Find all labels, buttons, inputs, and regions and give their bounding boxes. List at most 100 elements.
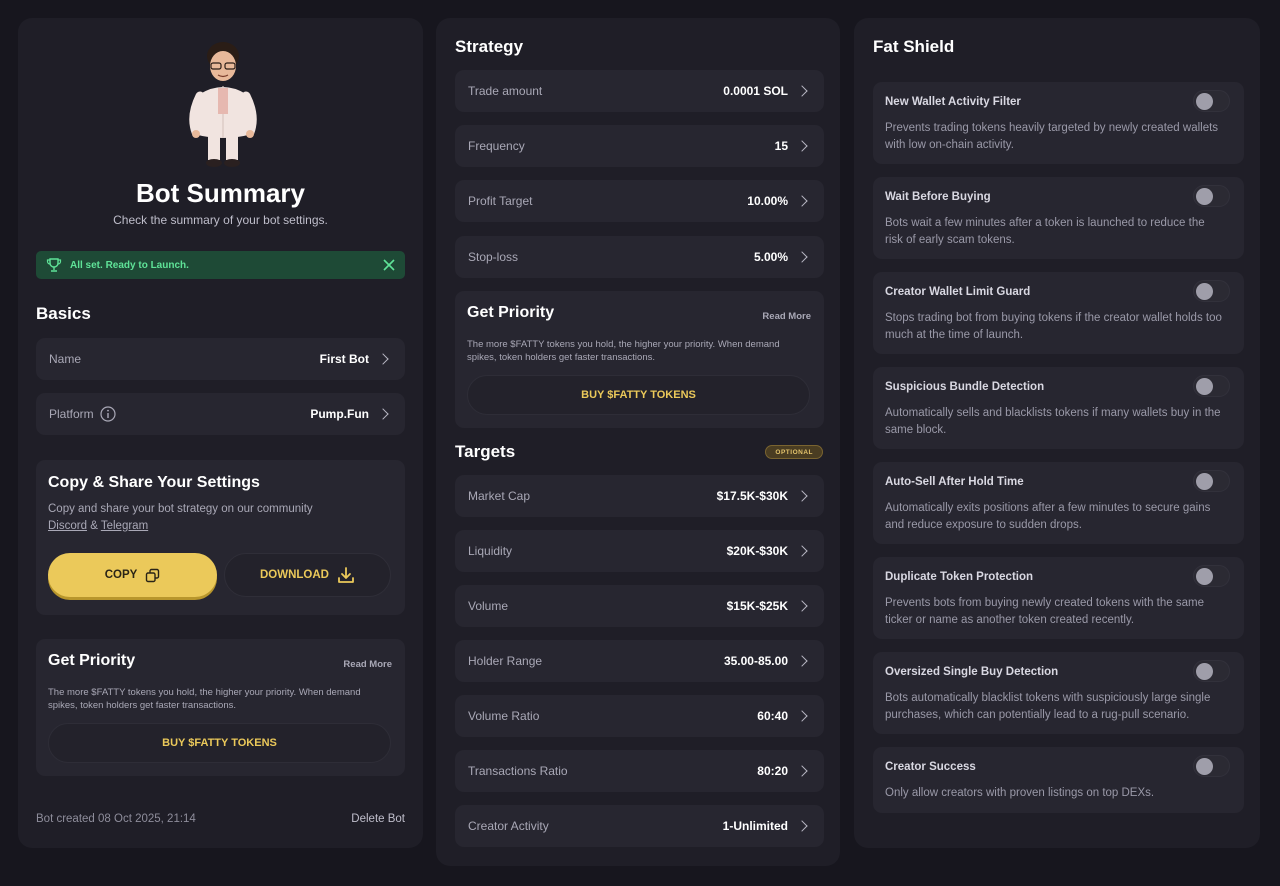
shield-item-description: Automatically sells and blacklists token… <box>885 407 1221 436</box>
name-row[interactable]: Name First Bot <box>36 338 405 380</box>
target-label: Market Cap <box>468 489 531 503</box>
page-subtitle: Check the summary of your bot settings. <box>113 213 328 227</box>
shield-item-title: Suspicious Bundle Detection <box>885 381 1045 393</box>
shield-toggle[interactable] <box>1193 660 1230 682</box>
target-value: 80:20 <box>757 764 788 778</box>
chevron-right-icon <box>796 545 808 557</box>
download-button[interactable]: DOWNLOAD <box>224 553 391 597</box>
chevron-right-icon <box>796 765 808 777</box>
strategy-heading: Strategy <box>455 37 524 56</box>
priority-description: The more $FATTY tokens you hold, the hig… <box>48 687 361 711</box>
copy-share-title: Copy & Share Your Settings <box>48 474 260 491</box>
basics-heading: Basics <box>36 304 91 323</box>
strategy-label: Profit Target <box>468 194 533 208</box>
shield-item-suspicious-bundle-detection: Suspicious Bundle Detection Automaticall… <box>873 367 1244 449</box>
platform-label: Platform <box>49 407 94 421</box>
target-row-creator-activity[interactable]: Creator Activity 1-Unlimited <box>455 805 824 847</box>
read-more-link[interactable]: Read More <box>343 659 392 670</box>
chevron-right-icon <box>377 408 389 420</box>
get-priority-card: Get Priority Read More The more $FATTY t… <box>36 639 405 776</box>
target-row-volume-ratio[interactable]: Volume Ratio 60:40 <box>455 695 824 737</box>
shield-item-wait-before-buying: Wait Before Buying Bots wait a few minut… <box>873 177 1244 259</box>
strategy-label: Stop-loss <box>468 250 519 264</box>
target-value: $20K-$30K <box>726 544 788 558</box>
chevron-right-icon <box>796 140 808 152</box>
copy-share-desc-text: Copy and share your bot strategy on our … <box>48 503 313 515</box>
shield-item-description: Prevents trading tokens heavily targeted… <box>885 122 1219 151</box>
chevron-right-icon <box>796 655 808 667</box>
get-priority-card: Get Priority Read More The more $FATTY t… <box>455 291 824 428</box>
chevron-right-icon <box>796 195 808 207</box>
target-value: 35.00-85.00 <box>723 654 788 668</box>
status-banner: All set. Ready to Launch. <box>36 251 405 279</box>
target-label: Volume <box>468 599 509 613</box>
strategy-row-trade-amount[interactable]: Trade amount 0.0001 SOL <box>455 70 824 112</box>
shield-toggle[interactable] <box>1193 280 1230 302</box>
shield-item-description: Stops trading bot from buying tokens if … <box>885 312 1222 341</box>
shield-item-new-wallet-activity-filter: New Wallet Activity Filter Prevents trad… <box>873 82 1244 164</box>
strategy-row-frequency[interactable]: Frequency 15 <box>455 125 824 167</box>
target-label: Holder Range <box>468 654 543 668</box>
target-label: Transactions Ratio <box>468 764 568 778</box>
shield-item-oversized-single-buy-detection: Oversized Single Buy Detection Bots auto… <box>873 652 1244 734</box>
status-text: All set. Ready to Launch. <box>70 259 189 271</box>
target-label: Liquidity <box>468 544 513 558</box>
download-icon <box>338 567 354 583</box>
target-row-volume[interactable]: Volume $15K-$25K <box>455 585 824 627</box>
fat-shield-heading: Fat Shield <box>873 37 955 56</box>
discord-link[interactable]: Discord <box>48 520 87 532</box>
priority-title: Get Priority <box>467 304 555 321</box>
shield-item-title: Creator Wallet Limit Guard <box>885 286 1031 298</box>
shield-toggle[interactable] <box>1193 90 1230 112</box>
amp-text: & <box>90 520 98 532</box>
shield-item-auto-sell-after-hold-time: Auto-Sell After Hold Time Automatically … <box>873 462 1244 544</box>
shield-toggle[interactable] <box>1193 565 1230 587</box>
copy-share-card: Copy & Share Your Settings Copy and shar… <box>36 460 405 615</box>
optional-badge: OPTIONAL <box>765 445 823 459</box>
target-value: $15K-$25K <box>726 599 788 613</box>
priority-title: Get Priority <box>48 652 136 669</box>
shield-toggle[interactable] <box>1193 375 1230 397</box>
shield-item-description: Bots automatically blacklist tokens with… <box>885 692 1211 721</box>
target-row-liquidity[interactable]: Liquidity $20K-$30K <box>455 530 824 572</box>
shield-toggle[interactable] <box>1193 470 1230 492</box>
close-icon[interactable] <box>383 259 395 271</box>
download-button-label: DOWNLOAD <box>260 569 329 581</box>
delete-bot-link[interactable]: Delete Bot <box>351 813 405 825</box>
bot-created-date: Bot created 08 Oct 2025, 21:14 <box>36 813 196 825</box>
target-row-transactions-ratio[interactable]: Transactions Ratio 80:20 <box>455 750 824 792</box>
buy-fatty-tokens-button[interactable]: BUY $FATTY TOKENS <box>467 375 810 415</box>
shield-toggle[interactable] <box>1193 185 1230 207</box>
chevron-right-icon <box>796 490 808 502</box>
target-row-holder-range[interactable]: Holder Range 35.00-85.00 <box>455 640 824 682</box>
shield-item-description: Prevents bots from buying newly created … <box>885 597 1204 626</box>
shield-toggle[interactable] <box>1193 755 1230 777</box>
info-icon[interactable] <box>100 406 116 422</box>
target-row-market-cap[interactable]: Market Cap $17.5K-$30K <box>455 475 824 517</box>
shield-item-description: Only allow creators with proven listings… <box>885 787 1155 799</box>
priority-description: The more $FATTY tokens you hold, the hig… <box>467 339 780 363</box>
buy-fatty-tokens-button[interactable]: BUY $FATTY TOKENS <box>48 723 391 763</box>
strategy-value: 5.00% <box>753 250 788 264</box>
copy-button[interactable]: COPY <box>48 553 217 597</box>
chevron-right-icon <box>377 353 389 365</box>
shield-item-title: New Wallet Activity Filter <box>885 96 1021 108</box>
strategy-row-profit-target[interactable]: Profit Target 10.00% <box>455 180 824 222</box>
page-title: Bot Summary <box>135 178 306 208</box>
shield-item-title: Duplicate Token Protection <box>885 571 1034 583</box>
strategy-panel: Strategy Trade amount 0.0001 SOL Frequen… <box>436 18 840 866</box>
shield-item-title: Oversized Single Buy Detection <box>885 666 1059 678</box>
chevron-right-icon <box>796 251 808 263</box>
shield-item-creator-success: Creator Success Only allow creators with… <box>873 747 1244 813</box>
chevron-right-icon <box>796 710 808 722</box>
platform-value: Pump.Fun <box>310 407 369 421</box>
read-more-link[interactable]: Read More <box>762 311 811 322</box>
platform-row[interactable]: Platform Pump.Fun <box>36 393 405 435</box>
shield-item-description: Bots wait a few minutes after a token is… <box>885 217 1205 246</box>
strategy-label: Frequency <box>468 139 525 153</box>
bot-mascot-avatar <box>189 42 257 167</box>
strategy-row-stop-loss[interactable]: Stop-loss 5.00% <box>455 236 824 278</box>
strategy-value: 15 <box>774 139 788 153</box>
target-value: 1-Unlimited <box>722 819 788 833</box>
telegram-link[interactable]: Telegram <box>101 520 148 532</box>
